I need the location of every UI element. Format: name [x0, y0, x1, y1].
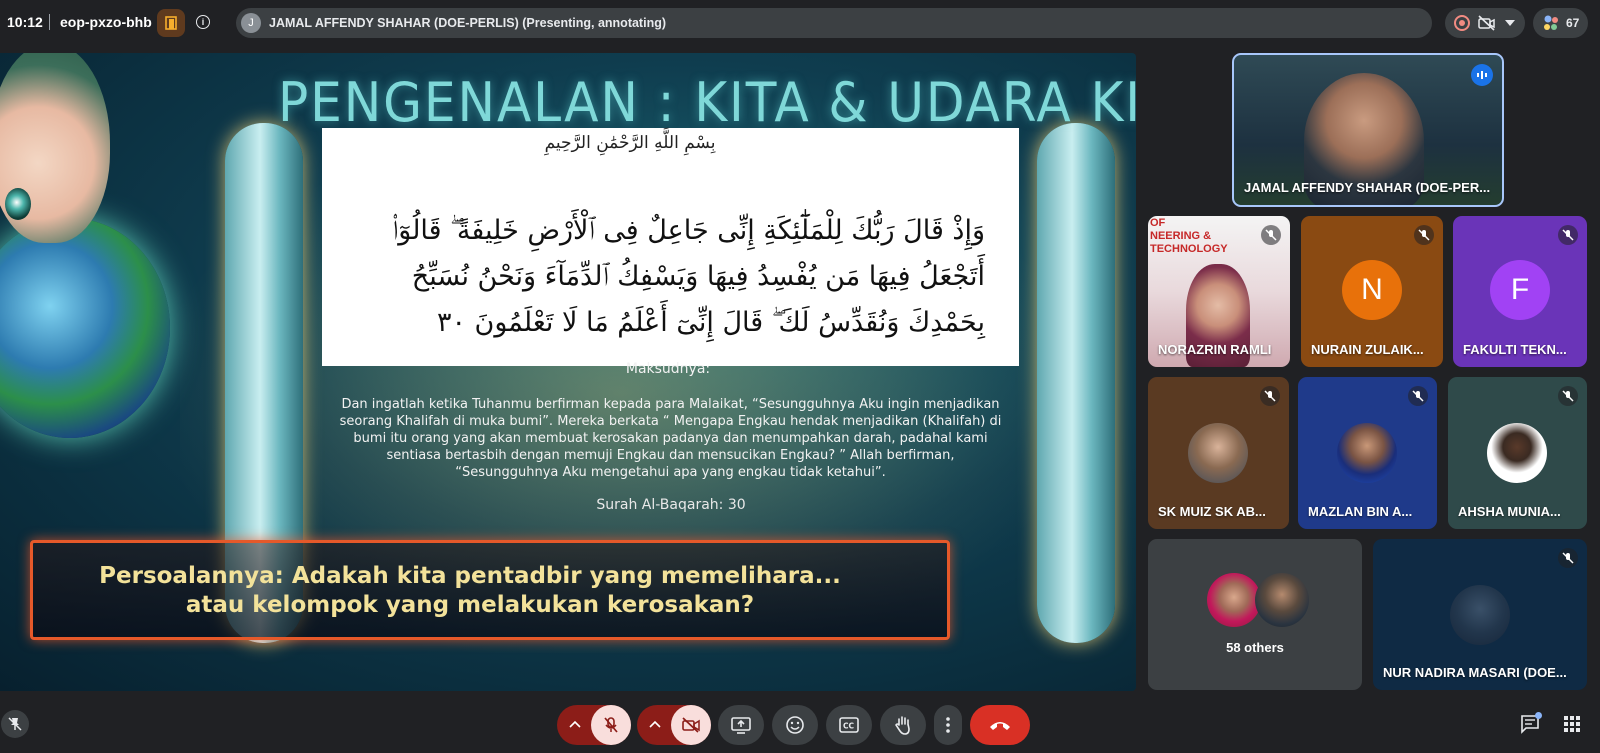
camera-off-icon: [1478, 15, 1495, 31]
mic-off-indicator: [1261, 225, 1281, 245]
avatar: [1255, 573, 1309, 627]
camera-off-icon: [682, 717, 700, 733]
present-icon: [731, 717, 751, 734]
presenter-status: JAMAL AFFENDY SHAHAR (DOE-PERLIS) (Prese…: [269, 16, 667, 30]
bismillah-text: بِسْمِ اللَّهِ الرَّحْمَٰنِ الرَّحِيمِ: [544, 133, 716, 153]
info-icon[interactable]: i: [196, 15, 210, 29]
mute-button[interactable]: [591, 705, 631, 745]
camera-toggle-button[interactable]: [671, 705, 711, 745]
avatar: N: [1342, 260, 1402, 320]
meeting-code: eop-pxzo-bhb: [60, 14, 152, 30]
participant-name: NURAIN ZULAIK...: [1311, 342, 1424, 357]
avatar: [1337, 423, 1397, 483]
more-vert-icon: [946, 717, 950, 733]
mic-off-icon: [1265, 229, 1277, 241]
participant-tile[interactable]: AHSHA MUNIA...: [1448, 377, 1587, 529]
audio-level-icon: [1477, 71, 1487, 79]
presenter-avatar: J: [241, 13, 261, 33]
chevron-up-icon: [649, 720, 661, 728]
mic-off-icon: [1562, 229, 1574, 241]
mic-off-indicator: [1558, 548, 1578, 568]
others-label: 58 others: [1226, 640, 1284, 655]
mic-off-indicator: [1414, 225, 1434, 245]
scroll-right-roll: [1037, 123, 1115, 643]
avatar: [1487, 423, 1547, 483]
raise-hand-button[interactable]: [880, 705, 926, 745]
divider: [49, 14, 50, 30]
participant-name: NORAZRIN RAMLI: [1158, 342, 1272, 357]
mic-off-indicator: [1260, 386, 1280, 406]
slide-title: PENGENALAN : KITA & UDARA KITA: [278, 71, 1136, 134]
emoji-icon: [786, 716, 804, 734]
avatar: [1207, 573, 1261, 627]
apps-grid-icon: [1564, 716, 1580, 732]
pin-off-icon: [8, 717, 22, 731]
hang-up-icon: [990, 722, 1010, 730]
character-eye: [5, 188, 31, 220]
participant-name: FAKULTI TEKN...: [1463, 342, 1567, 357]
speaking-indicator: [1471, 64, 1493, 86]
chevron-up-icon: [569, 720, 581, 728]
captions-button[interactable]: CC: [826, 705, 872, 745]
chat-button[interactable]: [1518, 712, 1542, 736]
participant-name: AHSHA MUNIA...: [1458, 504, 1561, 519]
host-controls-button[interactable]: [157, 9, 185, 37]
mic-off-indicator: [1558, 225, 1578, 245]
mic-off-indicator: [1408, 386, 1428, 406]
presenter-tile[interactable]: JAMAL AFFENDY SHAHAR (DOE-PER...: [1232, 53, 1504, 207]
hand-icon: [895, 716, 910, 735]
presenter-banner[interactable]: J JAMAL AFFENDY SHAHAR (DOE-PERLIS) (Pre…: [236, 8, 1432, 38]
participant-name: MAZLAN BIN A...: [1308, 504, 1413, 519]
earth-illustration: [0, 218, 170, 438]
activities-button[interactable]: [1560, 712, 1584, 736]
question-line-1: Persoalannya: Adakah kita pentadbir yang…: [99, 563, 841, 589]
mic-off-icon: [1412, 390, 1424, 402]
participant-name: NUR NADIRA MASARI (DOE...: [1383, 665, 1567, 680]
mic-off-icon: [1418, 229, 1430, 241]
surah-reference: Surah Al-Baqarah: 30: [596, 497, 746, 513]
chevron-down-icon: [1505, 20, 1515, 26]
top-bar: 10:12 eop-pxzo-bhb i J JAMAL AFFENDY SHA…: [0, 0, 1600, 46]
slide-question: Persoalannya: Adakah kita pentadbir yang…: [60, 562, 880, 620]
participant-tile[interactable]: SK MUIZ SK AB...: [1148, 377, 1289, 529]
people-button[interactable]: 67: [1533, 8, 1588, 38]
verse-translation: Dan ingatlah ketika Tuhanmu berfirman ke…: [339, 397, 1002, 480]
participant-tile[interactable]: OF NEERING & TECHNOLOGY NORAZRIN RAMLI: [1148, 216, 1290, 367]
participant-count: 67: [1566, 16, 1580, 30]
arabic-verse: وَإِذْ قَالَ رَبُّكَ لِلْمَلَٰٓئِكَةِ إِ…: [392, 215, 985, 338]
door-icon: [165, 16, 177, 30]
reactions-button[interactable]: [772, 705, 818, 745]
participant-tile[interactable]: NUR NADIRA MASARI (DOE...: [1373, 539, 1587, 690]
present-screen-button[interactable]: [718, 705, 764, 745]
avatar: [1188, 423, 1248, 483]
people-icon: [1544, 15, 1558, 30]
presenter-name: JAMAL AFFENDY SHAHAR (DOE-PER...: [1244, 180, 1491, 195]
mic-off-icon: [1562, 552, 1574, 564]
participant-tile[interactable]: F FAKULTI TEKN...: [1453, 216, 1587, 367]
clock: 10:12: [7, 14, 43, 30]
svg-text:CC: CC: [843, 722, 855, 731]
leave-call-button[interactable]: [970, 705, 1030, 745]
chat-notification-dot: [1535, 712, 1542, 719]
pin-off-button[interactable]: [1, 710, 29, 738]
mic-off-indicator: [1558, 386, 1578, 406]
avatar: F: [1490, 260, 1550, 320]
mic-off-icon: [1562, 390, 1574, 402]
others-tile[interactable]: 58 others: [1148, 539, 1362, 690]
avatar: [1450, 585, 1510, 645]
participant-name: SK MUIZ SK AB...: [1158, 504, 1266, 519]
meaning-label: Maksudnya:: [625, 361, 711, 377]
camera-control[interactable]: [637, 705, 711, 745]
more-options-button[interactable]: [934, 705, 962, 745]
participant-tile[interactable]: MAZLAN BIN A...: [1298, 377, 1437, 529]
microphone-control[interactable]: [557, 705, 631, 745]
participant-tile[interactable]: N NURAIN ZULAIK...: [1301, 216, 1443, 367]
recording-controls[interactable]: [1445, 8, 1525, 38]
question-line-2: atau kelompok yang melakukan kerosakan?: [185, 592, 755, 618]
mic-off-icon: [1264, 390, 1276, 402]
mic-off-icon: [604, 717, 618, 733]
captions-icon: CC: [839, 717, 859, 733]
recording-icon: [1454, 15, 1470, 31]
